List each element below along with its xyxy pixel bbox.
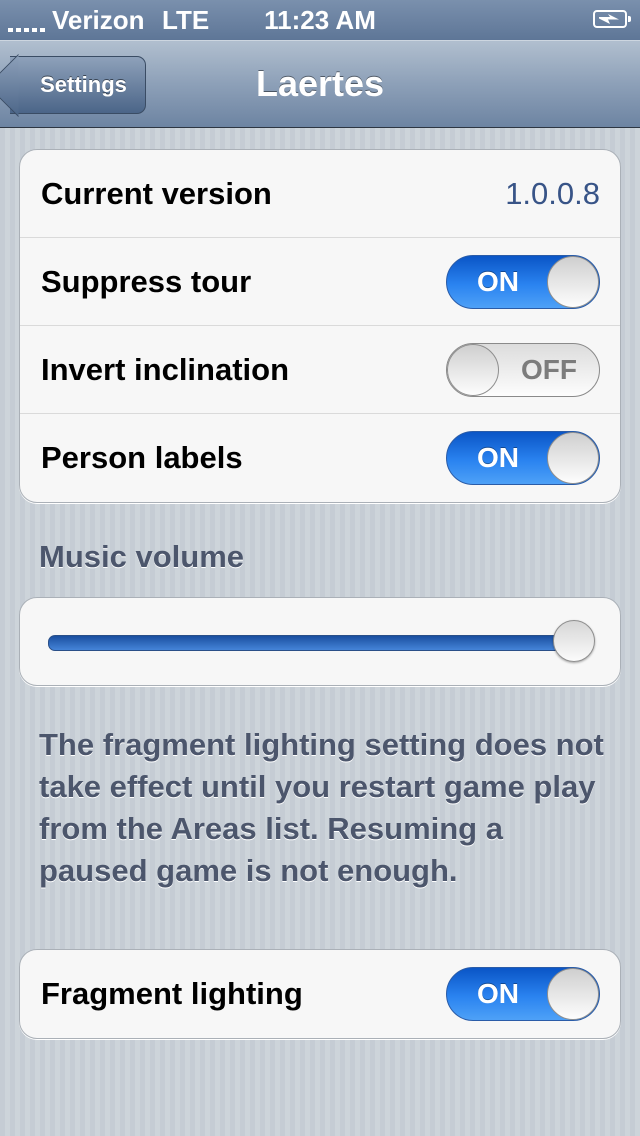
battery-charging-icon bbox=[593, 10, 631, 28]
fragment-lighting-label: Fragment lighting bbox=[41, 976, 303, 1011]
toggle-knob bbox=[447, 343, 499, 396]
fragment-lighting-row: Fragment lighting ON bbox=[20, 950, 620, 1038]
status-bar: Verizon LTE 11:23 AM bbox=[0, 0, 640, 40]
invert-inclination-label: Invert inclination bbox=[41, 351, 290, 387]
suppress-tour-toggle[interactable]: ON bbox=[446, 254, 600, 309]
toggle-knob bbox=[547, 432, 599, 484]
person-labels-toggle[interactable]: ON bbox=[446, 431, 600, 485]
person-labels-label: Person labels bbox=[41, 440, 243, 475]
music-volume-header: Music volume bbox=[39, 539, 244, 574]
general-settings-group: Current version 1.0.0.8 Suppress tour ON… bbox=[19, 149, 621, 503]
suppress-tour-label: Suppress tour bbox=[41, 263, 252, 299]
toggle-state-text: ON bbox=[477, 442, 519, 473]
toggle-state-text: OFF bbox=[521, 353, 577, 385]
toggle-knob bbox=[547, 968, 599, 1020]
volume-slider-thumb[interactable] bbox=[553, 620, 595, 662]
current-version-value: 1.0.0.8 bbox=[505, 175, 600, 211]
music-volume-group bbox=[19, 597, 621, 686]
suppress-tour-row: Suppress tour ON bbox=[20, 238, 620, 326]
status-time: 11:23 AM bbox=[264, 5, 376, 35]
person-labels-row: Person labels ON bbox=[20, 414, 620, 502]
invert-inclination-row: Invert inclination OFF bbox=[20, 326, 620, 414]
invert-inclination-toggle[interactable]: OFF bbox=[446, 342, 600, 397]
current-version-row: Current version 1.0.0.8 bbox=[20, 150, 620, 238]
navigation-bar: Settings Laertes bbox=[0, 40, 640, 128]
fragment-lighting-group: Fragment lighting ON bbox=[19, 949, 621, 1039]
volume-slider-track[interactable] bbox=[48, 635, 570, 651]
toggle-knob bbox=[547, 255, 599, 308]
toggle-state-text: ON bbox=[477, 978, 519, 1009]
fragment-lighting-toggle[interactable]: ON bbox=[446, 967, 600, 1021]
page-title: Laertes bbox=[255, 63, 385, 104]
toggle-state-text: ON bbox=[477, 265, 519, 297]
fragment-lighting-note: The fragment lighting setting does not t… bbox=[39, 727, 604, 888]
current-version-label: Current version bbox=[41, 175, 272, 211]
